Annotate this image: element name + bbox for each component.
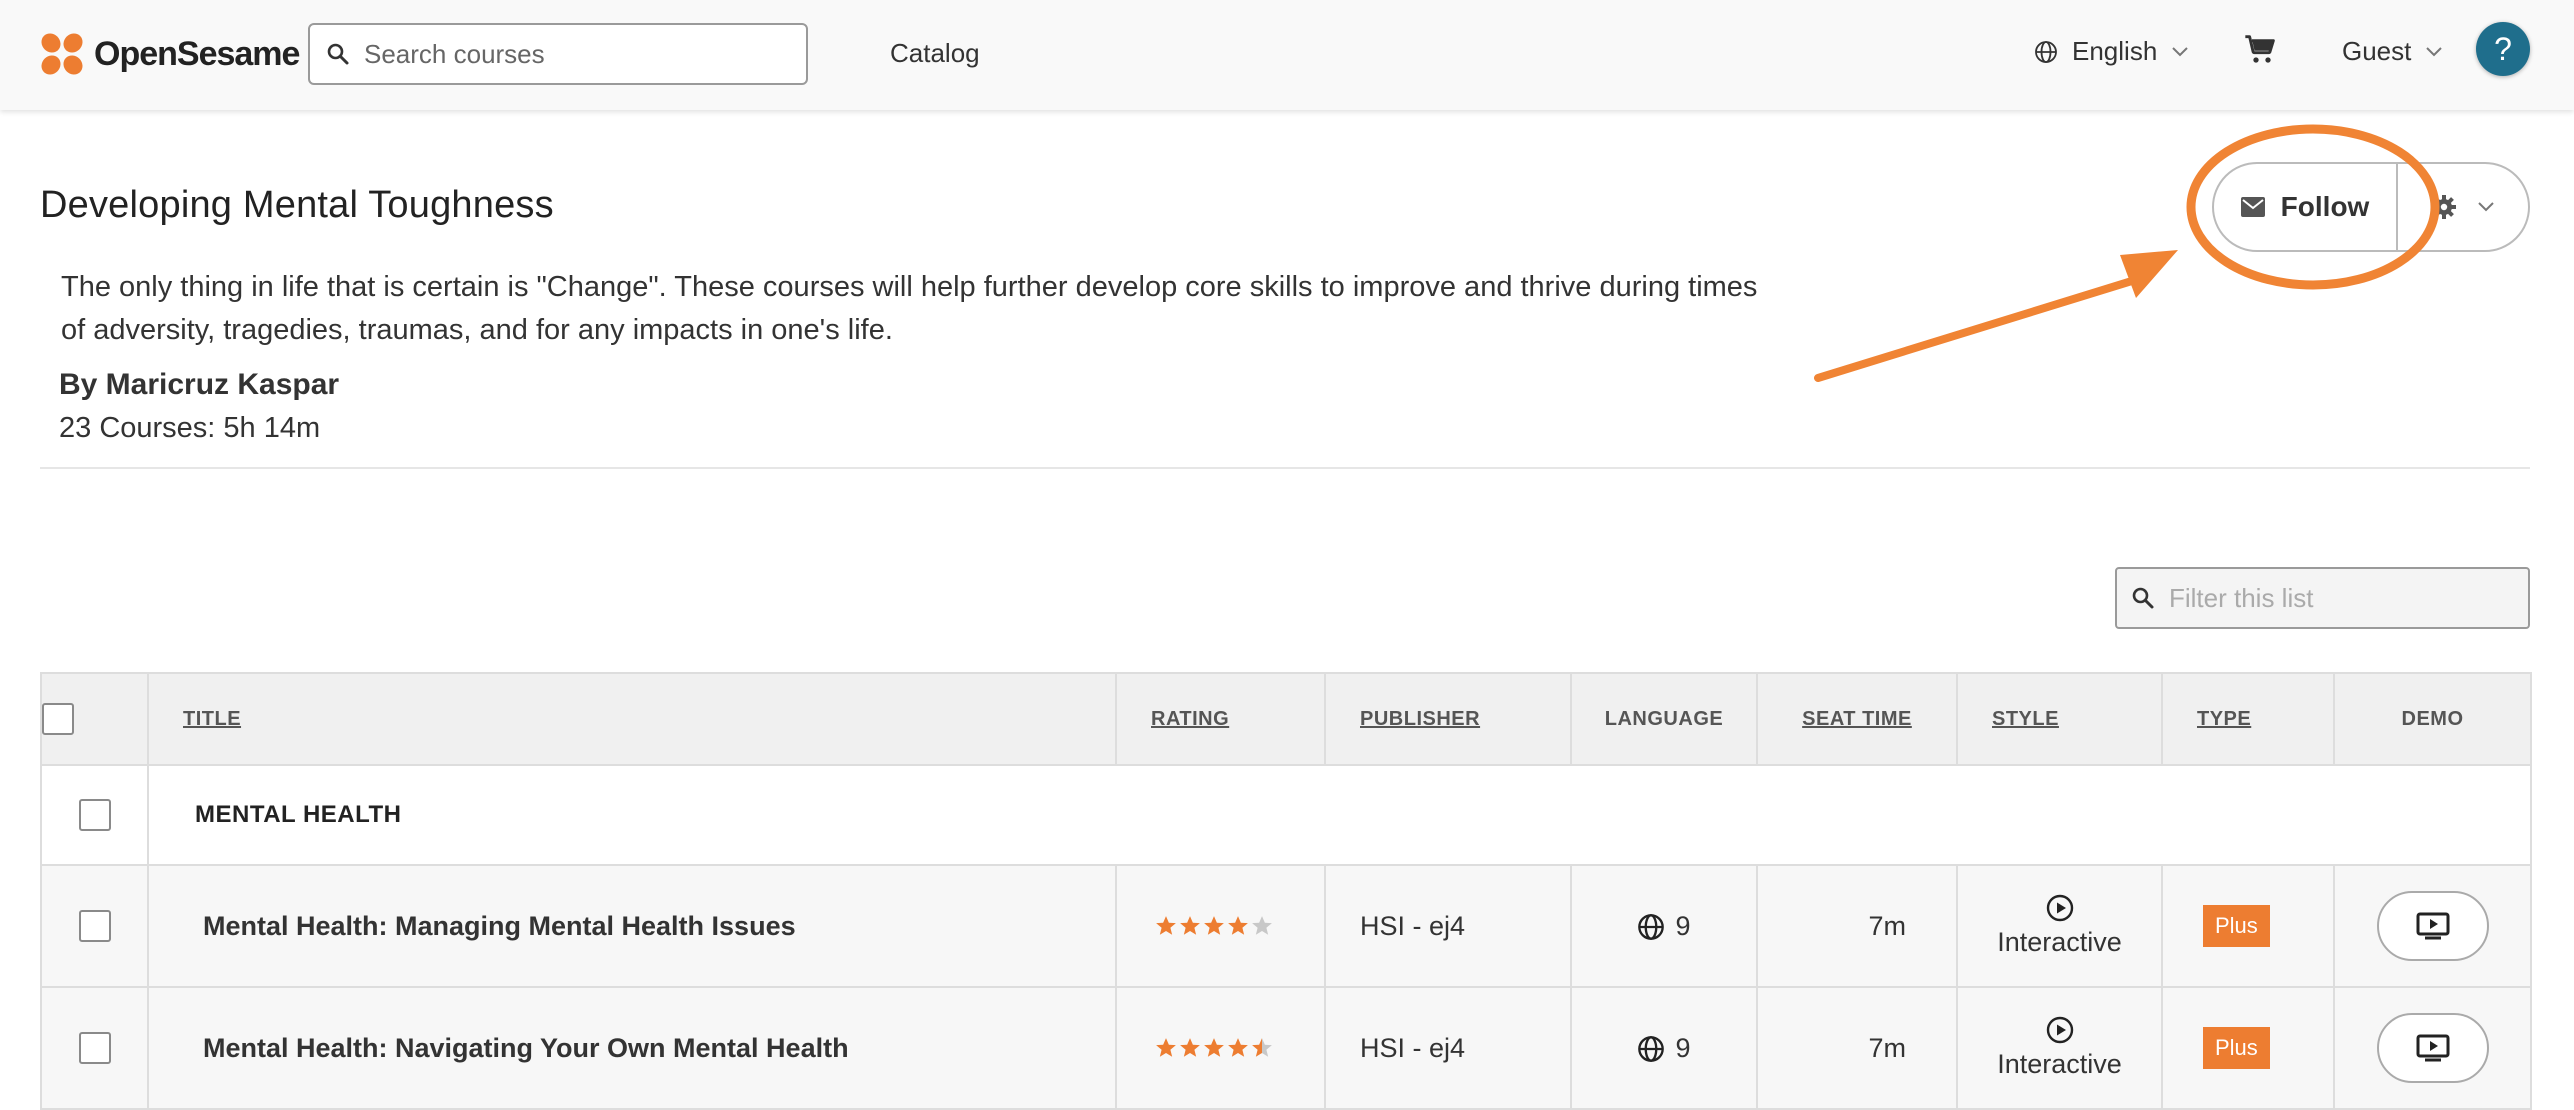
group-row-mental-health: MENTAL HEALTH: [40, 764, 2532, 866]
demo-button[interactable]: [2376, 891, 2489, 961]
course-demo: [2333, 986, 2532, 1110]
course-publisher: HSI - ej4: [1324, 986, 1572, 1110]
section-divider: [40, 467, 2530, 469]
row-select-cell: [40, 864, 149, 988]
globe-icon: [2035, 40, 2057, 63]
video-preview-icon: [2416, 912, 2449, 940]
course-type: Plus: [2161, 864, 2335, 988]
search-icon: [2132, 587, 2154, 609]
course-style: Interactive: [1956, 986, 2163, 1110]
annotation-arrow-shaft: [1814, 272, 2152, 382]
column-header-demo: Demo: [2333, 672, 2532, 766]
row-select-checkbox[interactable]: [78, 910, 111, 942]
style-label: Interactive: [1997, 927, 2122, 957]
follow-button[interactable]: Follow: [2214, 164, 2398, 250]
course-title-link[interactable]: Mental Health: Managing Mental Health Is…: [147, 864, 1117, 988]
star-icon: [1252, 916, 1272, 935]
table-row[interactable]: Mental Health: Managing Mental Health Is…: [40, 864, 2532, 988]
cart-icon: [2245, 35, 2275, 63]
search-input[interactable]: [364, 38, 784, 70]
opensesame-logo[interactable]: OpenSesame: [40, 28, 300, 80]
course-rating: [1115, 986, 1326, 1110]
brand-name: OpenSesame: [94, 34, 300, 73]
filter-input[interactable]: [2169, 582, 2509, 614]
column-header-publisher[interactable]: Publisher: [1324, 672, 1572, 766]
follow-label: Follow: [2280, 191, 2370, 222]
account-label: Guest: [2342, 36, 2412, 66]
account-menu[interactable]: Guest: [2342, 36, 2443, 67]
language-count: 9: [1675, 1033, 1691, 1064]
annotation-arrow-head: [2120, 250, 2178, 298]
column-header-seat-time[interactable]: Seat Time: [1756, 672, 1958, 766]
video-preview-icon: [2416, 1034, 2449, 1062]
group-select-cell: [40, 764, 149, 866]
course-rating: [1115, 864, 1326, 988]
star-icon: [1228, 916, 1248, 935]
course-type: Plus: [2161, 986, 2335, 1110]
star-icon: [1180, 916, 1200, 935]
gear-icon: [2432, 195, 2456, 219]
group-select-checkbox[interactable]: [78, 799, 111, 831]
top-navigation: OpenSesame Catalog English: [0, 0, 2574, 110]
course-search: [308, 23, 808, 85]
course-demo: [2333, 864, 2532, 988]
collection-summary: 23 Courses: 5h 14m: [59, 412, 321, 444]
row-select-cell: [40, 986, 149, 1110]
course-publisher: HSI - ej4: [1324, 864, 1572, 988]
column-header-rating[interactable]: Rating: [1115, 672, 1326, 766]
course-seat-time: 7m: [1756, 864, 1958, 988]
star-icon: [1156, 1038, 1176, 1057]
globe-icon: [1638, 1035, 1665, 1062]
type-badge: Plus: [2203, 905, 2270, 947]
chevron-down-icon: [2478, 202, 2494, 212]
star-icon: [1252, 1038, 1272, 1057]
type-badge: Plus: [2203, 1027, 2270, 1069]
course-table: Title Rating Publisher Language Seat Tim…: [40, 672, 2532, 1110]
filter-list: [2115, 567, 2530, 629]
select-all-checkbox[interactable]: [42, 703, 74, 735]
star-icon: [1204, 1038, 1224, 1057]
course-languages: 9: [1570, 986, 1758, 1110]
settings-dropdown-button[interactable]: [2398, 164, 2528, 250]
course-style: Interactive: [1956, 864, 2163, 988]
collection-description: The only thing in life that is certain i…: [61, 271, 1758, 346]
row-select-checkbox[interactable]: [78, 1032, 111, 1064]
opensesame-logo-icon: [41, 33, 83, 75]
column-header-type[interactable]: Type: [2161, 672, 2335, 766]
follow-button-group: Follow: [2212, 162, 2530, 252]
play-circle-icon: [2046, 1016, 2073, 1044]
page-title: Developing Mental Toughness: [40, 184, 554, 226]
table-header-row: Title Rating Publisher Language Seat Tim…: [40, 672, 2532, 766]
star-icon: [1228, 1038, 1248, 1057]
help-button[interactable]: ?: [2476, 22, 2530, 76]
select-all-cell: [40, 672, 149, 766]
course-seat-time: 7m: [1756, 986, 1958, 1110]
collection-author: By Maricruz Kaspar: [59, 368, 340, 401]
chevron-down-icon: [2426, 46, 2443, 56]
star-icon: [1156, 916, 1176, 935]
nav-catalog-link[interactable]: Catalog: [890, 38, 980, 69]
demo-button[interactable]: [2376, 1013, 2489, 1083]
language-count: 9: [1675, 911, 1691, 942]
star-rating: [1155, 915, 1273, 937]
column-header-language: Language: [1570, 672, 1758, 766]
style-label: Interactive: [1997, 1049, 2122, 1079]
globe-icon: [1638, 913, 1665, 940]
language-selector[interactable]: English: [2034, 36, 2189, 67]
column-header-title[interactable]: Title: [147, 672, 1117, 766]
search-icon: [327, 43, 349, 65]
star-rating: [1155, 1037, 1273, 1059]
column-header-style[interactable]: Style: [1956, 672, 2163, 766]
star-icon: [1180, 1038, 1200, 1057]
language-label: English: [2072, 36, 2158, 66]
cart-button[interactable]: [2244, 34, 2276, 71]
course-title-link[interactable]: Mental Health: Navigating Your Own Menta…: [147, 986, 1117, 1110]
star-icon: [1204, 916, 1224, 935]
table-row[interactable]: Mental Health: Navigating Your Own Menta…: [40, 986, 2532, 1110]
chevron-down-icon: [2172, 46, 2188, 56]
group-label: MENTAL HEALTH: [147, 764, 2532, 866]
envelope-icon: [2240, 197, 2265, 217]
play-circle-icon: [2046, 894, 2073, 922]
course-languages: 9: [1570, 864, 1758, 988]
